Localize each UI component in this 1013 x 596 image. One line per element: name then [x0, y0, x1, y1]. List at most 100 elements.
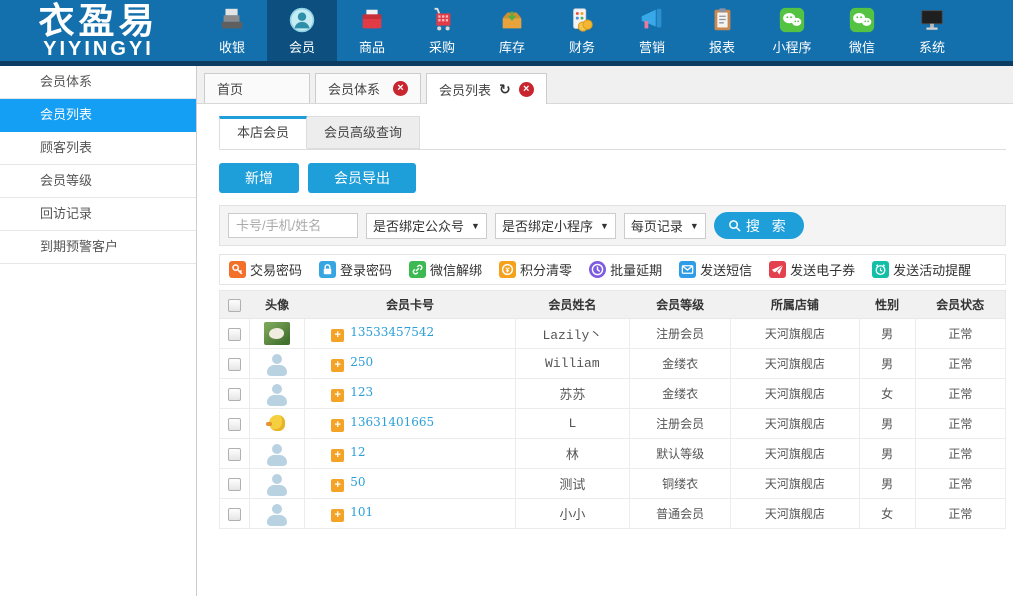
- card-number-link[interactable]: 50: [350, 475, 365, 489]
- search-button-label: 搜 索: [746, 216, 790, 236]
- nav-item-label: 会员: [289, 37, 315, 56]
- gender-cell: 男: [859, 349, 915, 379]
- subtab-store-members[interactable]: 本店会员: [219, 116, 307, 149]
- key-icon: [229, 261, 246, 278]
- tool-wechat-unbind[interactable]: 微信解绑: [409, 260, 482, 279]
- member-table-body: 13533457542 Lazily丶 注册会员 天河旗舰店 男 正常 250 …: [220, 319, 1006, 529]
- member-level-cell: 默认等级: [630, 439, 731, 469]
- row-checkbox[interactable]: [228, 418, 241, 431]
- bind-miniprogram-select[interactable]: 是否绑定小程序: [495, 213, 616, 239]
- row-checkbox[interactable]: [228, 328, 241, 341]
- close-icon[interactable]: [393, 81, 408, 96]
- alarm-icon: [872, 261, 889, 278]
- card-number-link[interactable]: 123: [350, 385, 373, 399]
- add-card-icon[interactable]: [331, 419, 344, 432]
- tool-send-evoucher[interactable]: 发送电子券: [769, 260, 855, 279]
- close-icon[interactable]: [519, 82, 534, 97]
- nav-item-wechat[interactable]: 微信: [827, 0, 897, 61]
- gender-cell: 男: [859, 409, 915, 439]
- row-checkbox[interactable]: [228, 508, 241, 521]
- chevron-down-icon: [471, 221, 480, 231]
- row-select-cell: [220, 349, 250, 379]
- card-number-link[interactable]: 101: [350, 505, 373, 519]
- nav-item-member[interactable]: 会员: [267, 0, 337, 61]
- search-input[interactable]: [228, 213, 358, 238]
- card-number-cell: 50: [305, 469, 516, 499]
- avatar-cell: [250, 349, 305, 379]
- card-number-link[interactable]: 12: [350, 445, 365, 459]
- nav-item-miniprogram[interactable]: 小程序: [757, 0, 827, 61]
- nav-item-label: 商品: [359, 37, 385, 56]
- add-card-icon[interactable]: [331, 329, 344, 342]
- store-cell: 天河旗舰店: [731, 499, 859, 529]
- row-select-cell: [220, 499, 250, 529]
- add-card-icon[interactable]: [331, 359, 344, 372]
- nav-item-inventory[interactable]: 库存: [477, 0, 547, 61]
- add-card-icon[interactable]: [331, 509, 344, 522]
- add-card-icon[interactable]: [331, 449, 344, 462]
- sidebar-item-member-system[interactable]: 会员体系: [0, 66, 196, 99]
- tool-batch-extend[interactable]: 批量延期: [589, 260, 662, 279]
- tool-send-sms[interactable]: 发送短信: [679, 260, 752, 279]
- nav-item-system[interactable]: 系统: [897, 0, 967, 61]
- sidebar-item-customer-list[interactable]: 顾客列表: [0, 132, 196, 165]
- avatar-cell: [250, 409, 305, 439]
- row-checkbox[interactable]: [228, 448, 241, 461]
- card-number-link[interactable]: 13533457542: [350, 325, 434, 339]
- add-button[interactable]: 新增: [219, 163, 299, 193]
- tab-member-list[interactable]: 会员列表: [426, 73, 547, 104]
- member-table: 头像 会员卡号 会员姓名 会员等级 所属店铺 性别 会员状态 135334575…: [219, 290, 1006, 529]
- tab-home[interactable]: 首页: [204, 73, 310, 103]
- nav-item-marketing[interactable]: 营销: [617, 0, 687, 61]
- nav-item-report[interactable]: 报表: [687, 0, 757, 61]
- nav-item-purchase[interactable]: 采购: [407, 0, 477, 61]
- tool-label: 发送活动提醒: [893, 260, 971, 279]
- tool-trade-password[interactable]: 交易密码: [229, 260, 302, 279]
- tool-points-reset[interactable]: 积分清零: [499, 260, 572, 279]
- add-card-icon[interactable]: [331, 389, 344, 402]
- row-checkbox[interactable]: [228, 358, 241, 371]
- bind-official-account-select[interactable]: 是否绑定公众号: [366, 213, 487, 239]
- refresh-icon[interactable]: [499, 82, 511, 96]
- clock-icon: [589, 261, 606, 278]
- select-all-checkbox[interactable]: [228, 299, 241, 312]
- inventory-icon: [498, 6, 526, 34]
- select-label: 每页记录: [631, 216, 683, 235]
- sidebar-item-visit-record[interactable]: 回访记录: [0, 198, 196, 231]
- top-navbar: 衣盈易 YIYINGYI 收银 会员 商品 采购 库存 财务 营销: [0, 0, 1013, 61]
- search-button[interactable]: 搜 索: [714, 212, 804, 239]
- purchase-cart-icon: [428, 6, 456, 34]
- select-all-header: [220, 291, 250, 319]
- cash-register-icon: [218, 6, 246, 34]
- sidebar-item-expiry-warning[interactable]: 到期预警客户: [0, 231, 196, 264]
- mail-icon: [679, 261, 696, 278]
- gender-cell: 男: [859, 319, 915, 349]
- nav-item-cashier[interactable]: 收银: [197, 0, 267, 61]
- tool-send-activity-reminder[interactable]: 发送活动提醒: [872, 260, 971, 279]
- goods-icon: [358, 6, 386, 34]
- miniprogram-icon: [778, 6, 806, 34]
- card-number-link[interactable]: 13631401665: [350, 415, 434, 429]
- status-cell: 正常: [915, 319, 1005, 349]
- subtab-advanced-query[interactable]: 会员高级查询: [307, 116, 420, 149]
- avatar-cell: [250, 499, 305, 529]
- tool-label: 微信解绑: [430, 260, 482, 279]
- card-number-link[interactable]: 250: [350, 355, 373, 369]
- add-card-icon[interactable]: [331, 479, 344, 492]
- page-size-select[interactable]: 每页记录: [624, 213, 706, 239]
- export-button[interactable]: 会员导出: [308, 163, 416, 193]
- store-cell: 天河旗舰店: [731, 349, 859, 379]
- chevron-down-icon: [600, 221, 609, 231]
- row-checkbox[interactable]: [228, 388, 241, 401]
- tool-login-password[interactable]: 登录密码: [319, 260, 392, 279]
- nav-item-goods[interactable]: 商品: [337, 0, 407, 61]
- search-panel: 是否绑定公众号 是否绑定小程序 每页记录 搜 索: [219, 205, 1006, 246]
- nav-item-finance[interactable]: 财务: [547, 0, 617, 61]
- tab-member-system[interactable]: 会员体系: [315, 73, 421, 103]
- table-row: 101 小小 普通会员 天河旗舰店 女 正常: [220, 499, 1006, 529]
- sidebar-item-member-level[interactable]: 会员等级: [0, 165, 196, 198]
- sidebar-item-member-list[interactable]: 会员列表: [0, 99, 196, 132]
- tool-label: 登录密码: [340, 260, 392, 279]
- nav-item-label: 营销: [639, 37, 665, 56]
- row-checkbox[interactable]: [228, 478, 241, 491]
